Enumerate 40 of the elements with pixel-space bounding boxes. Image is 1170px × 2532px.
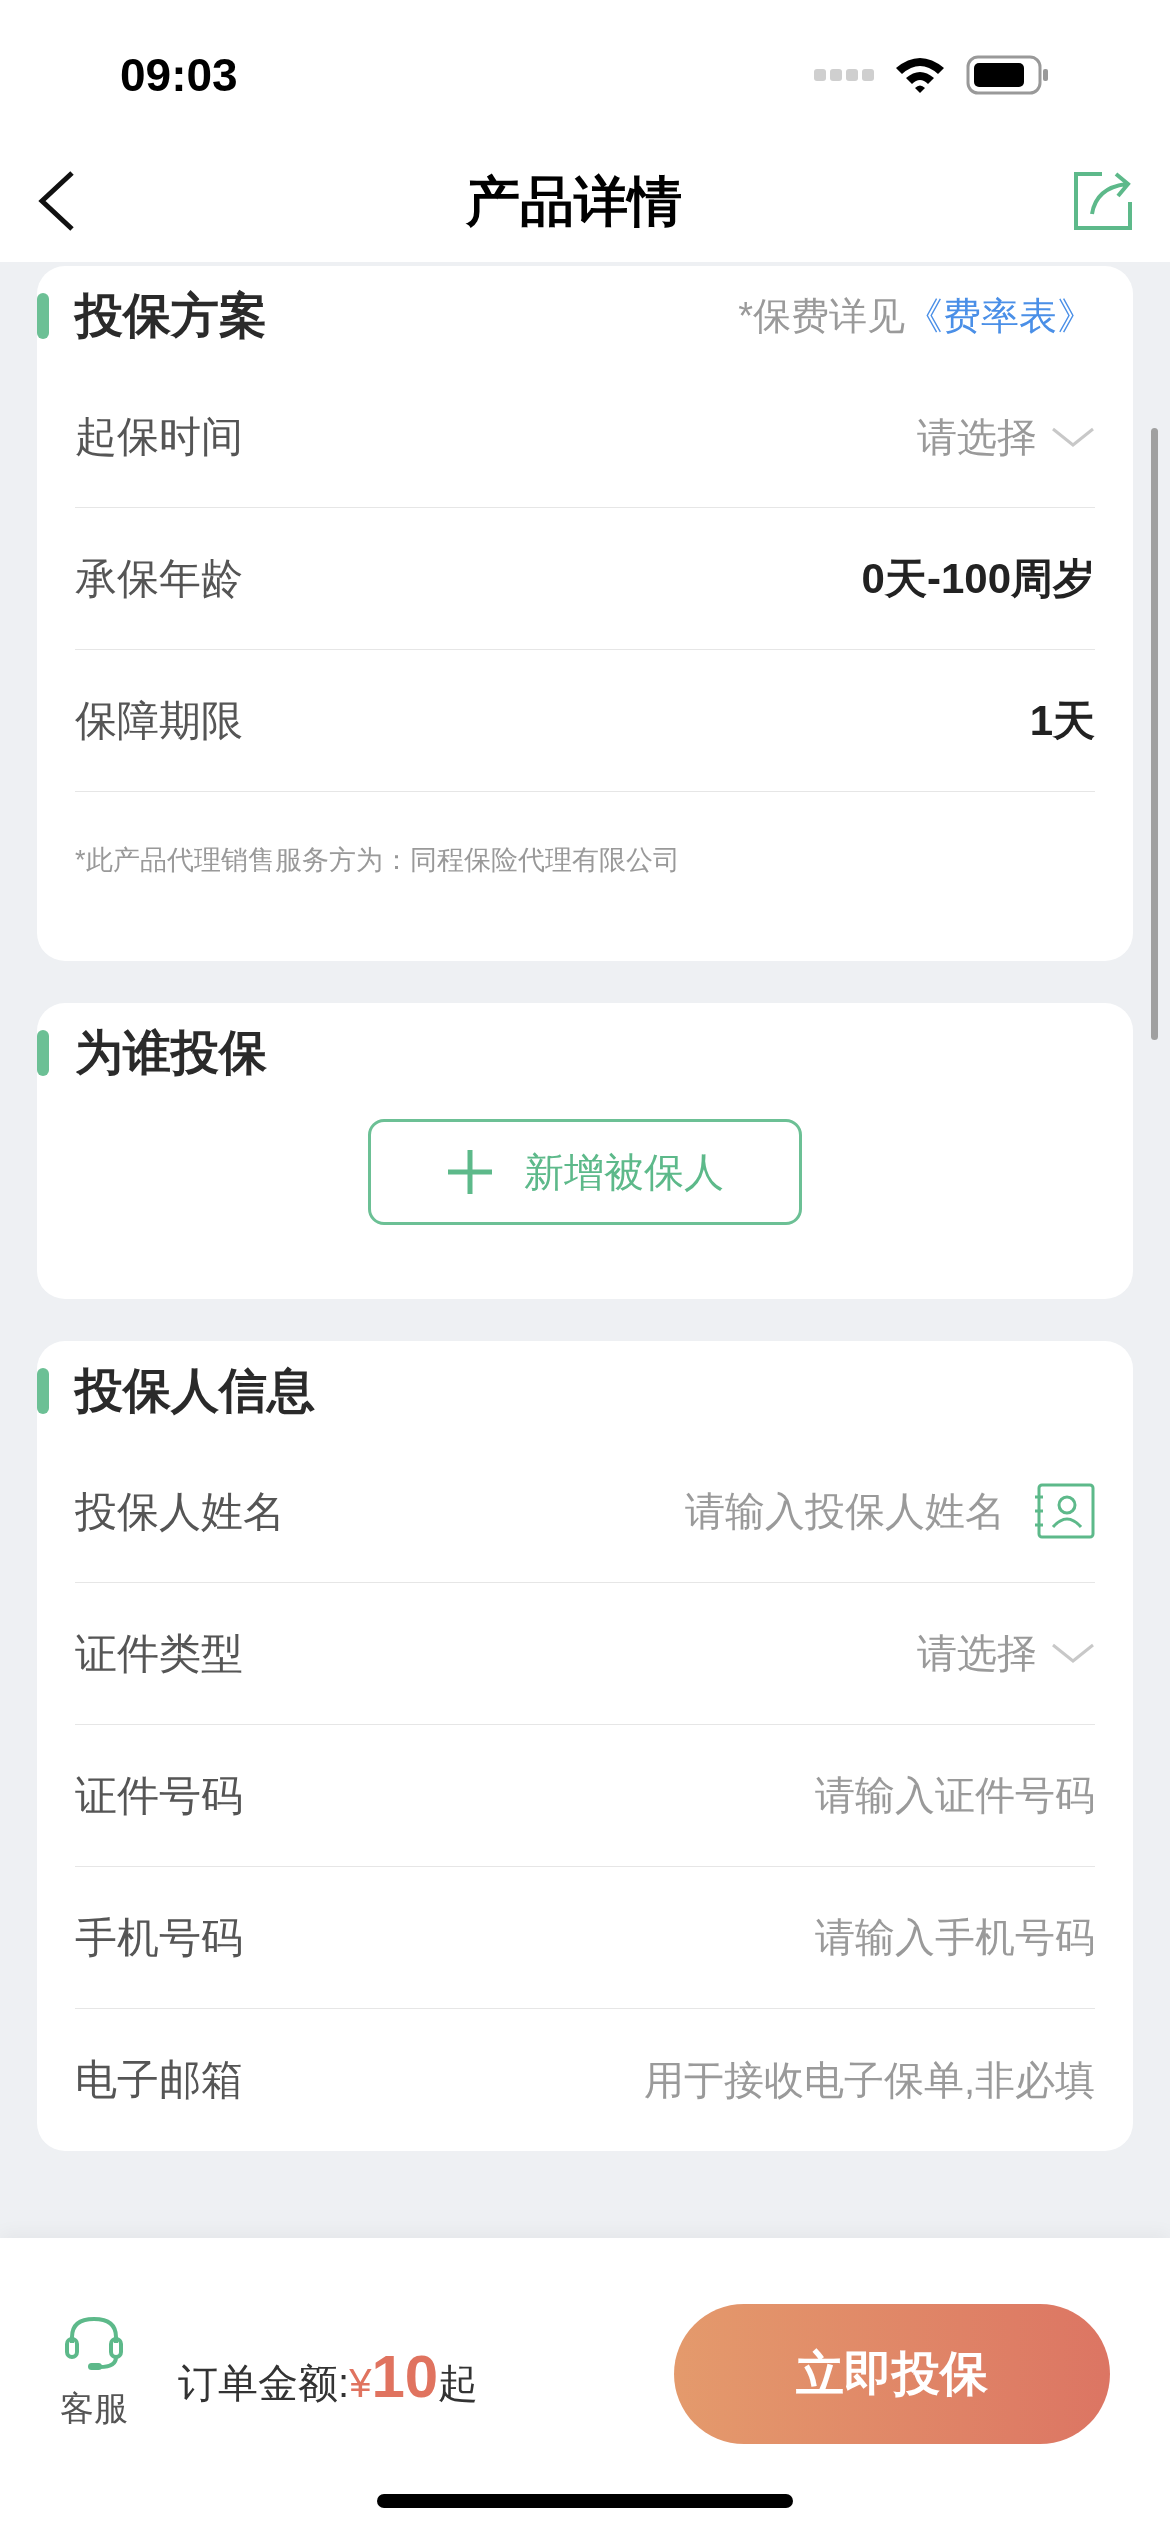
signal-icon — [814, 67, 874, 83]
premium-note: *保费详见《费率表》 — [738, 293, 1095, 339]
order-amount: 订单金额:¥10起 — [178, 2342, 479, 2412]
section-title: 投保方案 — [75, 288, 267, 344]
submit-button[interactable]: 立即投保 — [674, 2304, 1110, 2444]
section-title: 为谁投保 — [75, 1024, 267, 1081]
row-label: 起保时间 — [75, 412, 243, 462]
chevron-down-icon — [1051, 1641, 1095, 1665]
input-field[interactable]: 用于接收电子保单,非必填 — [495, 2049, 1095, 2110]
row-label: 手机号码 — [75, 1912, 243, 1963]
row-label: 承保年龄 — [75, 554, 243, 604]
wifi-icon — [894, 56, 946, 94]
section-marker — [37, 1029, 49, 1076]
page-title: 产品详情 — [466, 169, 682, 233]
contact-card-icon[interactable] — [1033, 1483, 1095, 1539]
select-field[interactable]: 请选择 — [917, 1623, 1037, 1683]
row-label: 投保人姓名 — [75, 1486, 285, 1537]
row-label: 保障期限 — [75, 696, 243, 746]
row-label: 电子邮箱 — [75, 2055, 243, 2105]
row-value: 1天 — [1029, 696, 1095, 746]
share-icon[interactable] — [1072, 170, 1134, 232]
service-label[interactable]: 客服 — [60, 2382, 128, 2434]
section-marker — [37, 1367, 49, 1414]
plus-icon — [446, 1147, 494, 1196]
input-field[interactable]: 请输入证件号码 — [495, 1765, 1095, 1825]
rate-table-link[interactable]: 《费率表》 — [905, 294, 1095, 337]
section-marker — [37, 293, 49, 339]
row-label: 证件号码 — [75, 1770, 243, 1821]
input-field[interactable]: 请输入投保人姓名 — [585, 1481, 1005, 1541]
agent-footnote: *此产品代理销售服务方为：同程保险代理有限公司 — [74, 844, 681, 877]
row-label: 证件类型 — [75, 1628, 243, 1679]
headset-icon[interactable] — [64, 2314, 124, 2373]
section-title: 投保人信息 — [75, 1362, 315, 1419]
add-insured-button[interactable]: 新增被保人 — [368, 1118, 802, 1225]
select-field[interactable]: 请选择 — [917, 406, 1037, 467]
input-field[interactable]: 请输入手机号码 — [495, 1907, 1095, 1967]
back-icon[interactable] — [36, 169, 76, 233]
row-value: 0天-100周岁 — [861, 554, 1095, 604]
status-time: 09:03 — [120, 47, 238, 103]
battery-icon — [966, 55, 1050, 95]
